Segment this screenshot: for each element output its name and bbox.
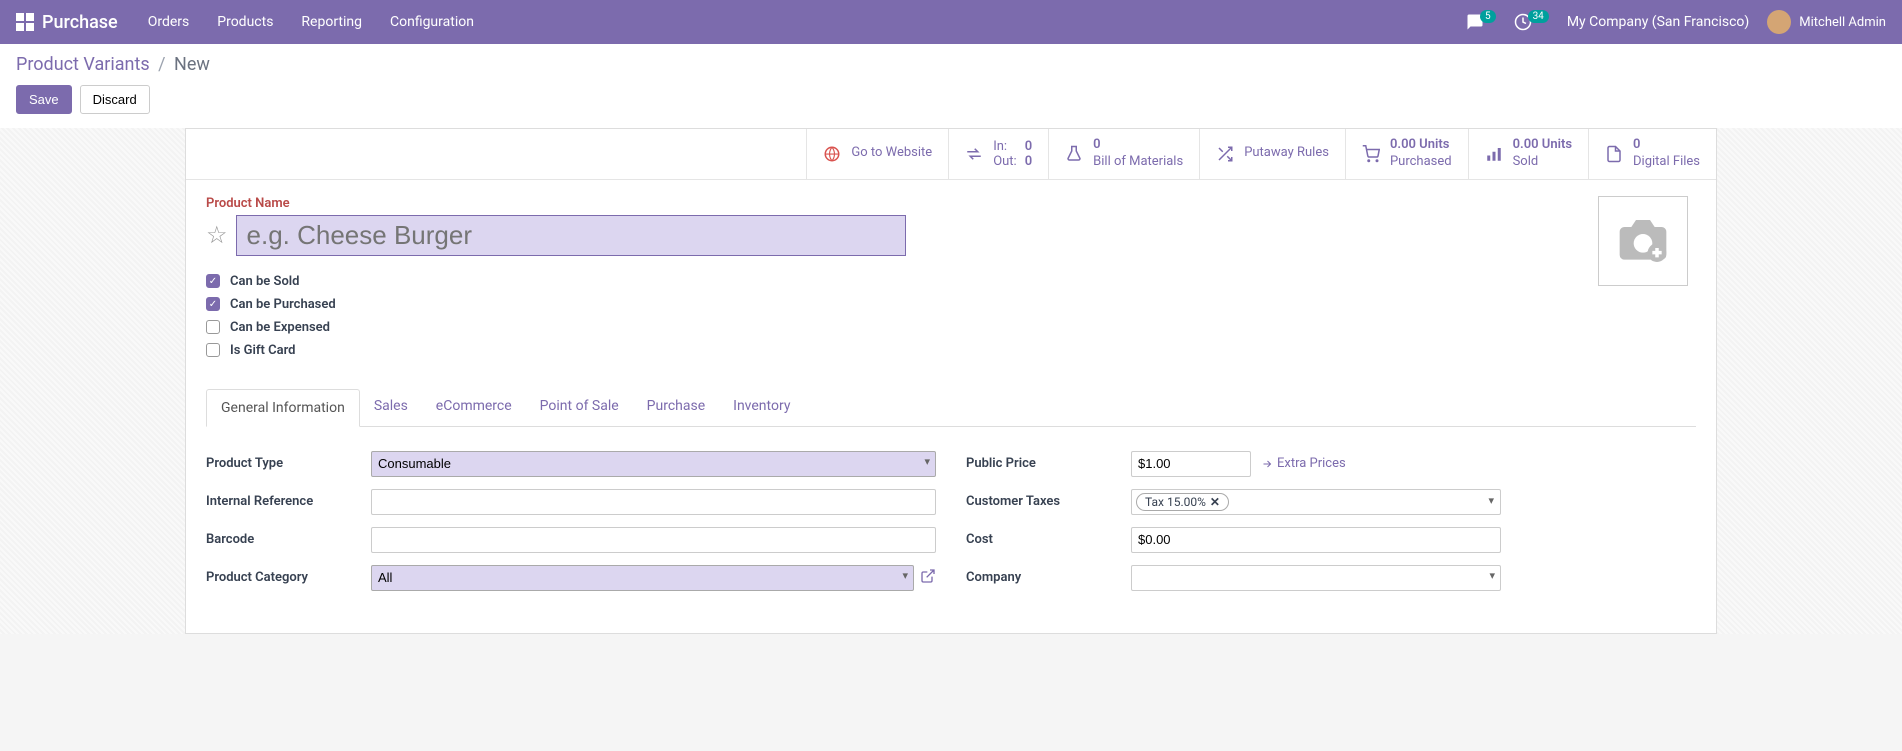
product-type-label: Product Type xyxy=(206,456,371,471)
barcode-label: Barcode xyxy=(206,532,371,547)
external-link-icon[interactable] xyxy=(920,568,936,588)
shuffle-icon xyxy=(1216,145,1234,163)
breadcrumb-sep: / xyxy=(158,54,165,75)
apps-icon[interactable] xyxy=(16,13,34,31)
cost-input[interactable] xyxy=(1131,527,1501,553)
internal-ref-input[interactable] xyxy=(371,489,936,515)
stat-purchased[interactable]: 0.00 UnitsPurchased xyxy=(1345,129,1468,179)
breadcrumb-current: New xyxy=(174,54,210,75)
form-sheet: Go to Website In:0 Out:0 0Bill of Materi… xyxy=(185,128,1717,634)
tab-ecommerce[interactable]: eCommerce xyxy=(422,388,526,426)
arrow-right-icon xyxy=(1261,458,1273,470)
tab-point-of-sale[interactable]: Point of Sale xyxy=(526,388,633,426)
transfer-icon xyxy=(965,145,983,163)
camera-plus-icon xyxy=(1615,213,1671,269)
stat-putaway[interactable]: Putaway Rules xyxy=(1199,129,1345,179)
cart-icon xyxy=(1362,145,1380,163)
tax-tag[interactable]: Tax 15.00% ✕ xyxy=(1136,493,1229,511)
user-name: Mitchell Admin xyxy=(1799,15,1886,30)
tab-purchase[interactable]: Purchase xyxy=(633,388,719,426)
app-brand[interactable]: Purchase xyxy=(42,12,118,33)
stat-transfers[interactable]: In:0 Out:0 xyxy=(948,129,1048,179)
file-icon xyxy=(1605,145,1623,163)
product-name-input[interactable] xyxy=(236,215,906,256)
can-be-sold-checkbox[interactable]: ✓ xyxy=(206,274,220,288)
product-type-select[interactable] xyxy=(371,451,936,477)
discard-button[interactable]: Discard xyxy=(80,85,150,114)
top-navbar: Purchase Orders Products Reporting Confi… xyxy=(0,0,1902,44)
barcode-input[interactable] xyxy=(371,527,936,553)
user-menu[interactable]: Mitchell Admin xyxy=(1767,10,1886,34)
tax-remove-icon[interactable]: ✕ xyxy=(1210,495,1220,509)
favorite-star[interactable]: ☆ xyxy=(206,221,228,249)
public-price-input[interactable] xyxy=(1131,451,1251,477)
flask-icon xyxy=(1065,145,1083,163)
stat-sold[interactable]: 0.00 UnitsSold xyxy=(1468,129,1588,179)
category-select[interactable] xyxy=(371,565,914,591)
cost-label: Cost xyxy=(966,532,1131,547)
company-selector[interactable]: My Company (San Francisco) xyxy=(1567,14,1749,30)
stat-website[interactable]: Go to Website xyxy=(806,129,948,179)
avatar xyxy=(1767,10,1791,34)
breadcrumb: Product Variants / New xyxy=(16,54,1886,75)
can-be-expensed-checkbox[interactable] xyxy=(206,320,220,334)
messages-badge: 5 xyxy=(1480,10,1496,23)
company-select[interactable] xyxy=(1131,565,1501,591)
nav-reporting[interactable]: Reporting xyxy=(301,14,362,30)
tab-sales[interactable]: Sales xyxy=(360,388,422,426)
public-price-label: Public Price xyxy=(966,456,1131,471)
activities-button[interactable]: 34 xyxy=(1514,13,1549,31)
save-button[interactable]: Save xyxy=(16,85,72,114)
messages-button[interactable]: 5 xyxy=(1466,13,1496,31)
breadcrumb-root[interactable]: Product Variants xyxy=(16,54,150,75)
nav-orders[interactable]: Orders xyxy=(148,14,190,30)
can-be-purchased-checkbox[interactable]: ✓ xyxy=(206,297,220,311)
activities-badge: 34 xyxy=(1528,10,1549,23)
bar-chart-icon xyxy=(1485,145,1503,163)
tab-general-information[interactable]: General Information xyxy=(206,389,360,427)
internal-ref-label: Internal Reference xyxy=(206,494,371,509)
nav-configuration[interactable]: Configuration xyxy=(390,14,474,30)
tabs: General Information Sales eCommerce Poin… xyxy=(206,388,1696,427)
product-name-label: Product Name xyxy=(206,196,1598,211)
stat-digital[interactable]: 0Digital Files xyxy=(1588,129,1716,179)
is-gift-card-checkbox[interactable] xyxy=(206,343,220,357)
company-label: Company xyxy=(966,570,1131,585)
customer-taxes-input[interactable]: Tax 15.00% ✕ xyxy=(1131,489,1501,515)
product-image-upload[interactable] xyxy=(1598,196,1688,286)
nav-products[interactable]: Products xyxy=(217,14,273,30)
category-label: Product Category xyxy=(206,570,371,585)
stat-bom[interactable]: 0Bill of Materials xyxy=(1048,129,1199,179)
nav-menu: Orders Products Reporting Configuration xyxy=(148,14,1466,30)
globe-icon xyxy=(823,145,841,163)
extra-prices-link[interactable]: Extra Prices xyxy=(1261,456,1346,471)
customer-taxes-label: Customer Taxes xyxy=(966,494,1131,509)
tab-inventory[interactable]: Inventory xyxy=(719,388,804,426)
control-panel: Product Variants / New Save Discard xyxy=(0,44,1902,128)
stat-bar: Go to Website In:0 Out:0 0Bill of Materi… xyxy=(186,129,1716,180)
